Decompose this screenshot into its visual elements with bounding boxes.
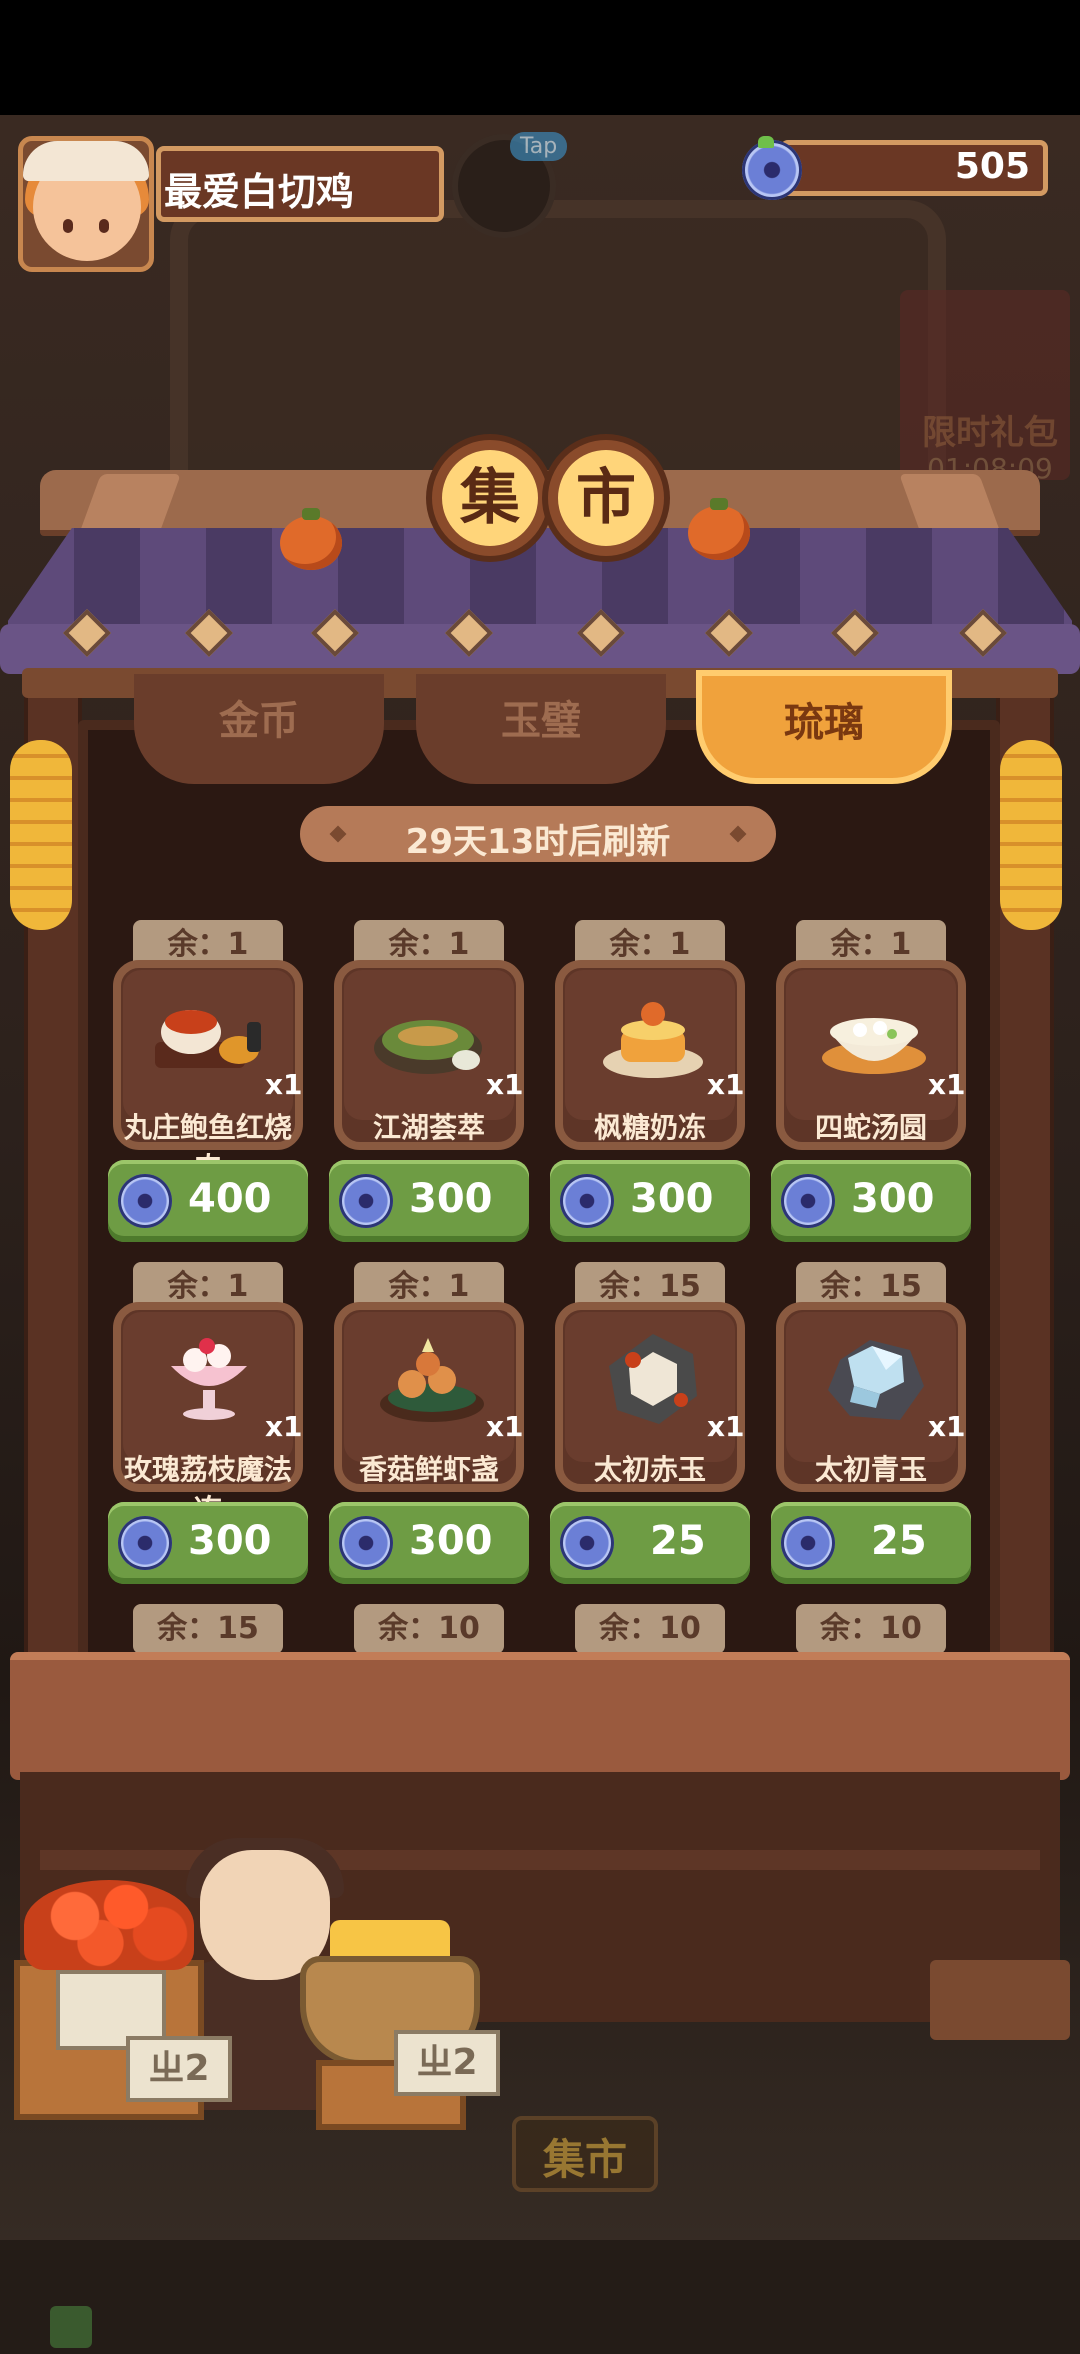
menu-indicator-icon[interactable]: [50, 2306, 92, 2348]
tomatoes-icon: [24, 1880, 194, 1970]
promo-label: 限时礼包: [922, 413, 1058, 453]
roof-rim: [0, 624, 1080, 674]
item-price: 300: [851, 1176, 935, 1222]
glaze-gem-icon: [339, 1516, 393, 1570]
item-card[interactable]: x1 玫瑰荔枝魔法冻: [113, 1302, 303, 1526]
market-title-char-1: 集: [460, 463, 520, 533]
bottom-bar: [0, 2240, 1080, 2354]
persimmon-icon: [280, 508, 342, 570]
glaze-gem-icon: [560, 1174, 614, 1228]
item-card[interactable]: x1 江湖荟萃: [334, 960, 524, 1150]
item-card[interactable]: x1 四蛇汤圆: [776, 960, 966, 1150]
buy-button[interactable]: 25: [550, 1502, 750, 1584]
item-price: 400: [188, 1176, 272, 1222]
glaze-gem-icon: [560, 1516, 614, 1570]
item-quantity: x1: [486, 1068, 524, 1101]
rice-ball-soup-icon: [822, 1018, 926, 1074]
refresh-timer-text: 29天13时后刷新: [405, 822, 671, 862]
item-card[interactable]: x1 枫糖奶冻: [555, 960, 745, 1150]
item-quantity: x1: [707, 1068, 745, 1101]
item-name: 江湖荟萃: [372, 1111, 485, 1144]
item-card[interactable]: x1 丸庄鲍鱼红烧肉: [113, 960, 303, 1184]
item-quantity: x1: [486, 1410, 524, 1443]
corn-decoration-icon: [10, 740, 72, 930]
item-card[interactable]: x1 太初青玉: [776, 1302, 966, 1492]
item-quantity: x1: [707, 1410, 745, 1443]
buy-button[interactable]: 300: [108, 1502, 308, 1584]
item-price: 300: [188, 1518, 272, 1564]
tap-label: Tap: [510, 132, 568, 161]
braised-pork-icon: [155, 1010, 261, 1068]
avatar-eye: [63, 219, 73, 233]
counter-block: [930, 1960, 1070, 2040]
stock-sign: ㄓ2: [394, 2030, 500, 2096]
remaining-stock: 余：15: [133, 1604, 283, 1654]
rose-lychee-jelly-icon: [171, 1338, 247, 1420]
item-card[interactable]: x1 香菇鲜虾盏: [334, 1302, 524, 1492]
red-jade-icon: [609, 1334, 697, 1424]
item-name: 枫糖奶冻: [593, 1111, 706, 1144]
item-name: 太初赤玉: [593, 1453, 706, 1486]
buy-button[interactable]: 25: [771, 1502, 971, 1584]
corn-decoration-icon: [1000, 740, 1062, 930]
glaze-gem-icon: [118, 1516, 172, 1570]
stall-counter-top: [10, 1652, 1070, 1780]
mushroom-shrimp-cup-icon: [380, 1338, 484, 1422]
buy-button[interactable]: 300: [771, 1160, 971, 1242]
item-name: 太初青玉: [814, 1453, 927, 1486]
glaze-gem-icon: [781, 1174, 835, 1228]
tab-glaze[interactable]: 琉璃: [696, 670, 952, 784]
glaze-gem-icon: [742, 136, 802, 200]
glaze-gem-icon: [118, 1174, 172, 1228]
remaining-stock: 余：10: [575, 1604, 725, 1654]
item-price: 25: [871, 1518, 927, 1564]
player-name: 最爱白切鸡: [164, 170, 355, 214]
item-price: 300: [409, 1518, 493, 1564]
currency-value: 505: [954, 146, 1030, 187]
market-title-char-2: 市: [576, 463, 636, 533]
item-name: 香菇鲜虾盏: [358, 1453, 499, 1486]
market-button-label: 集市: [542, 2135, 627, 2184]
item-quantity: x1: [928, 1068, 966, 1101]
remaining-stock: 余：10: [796, 1604, 946, 1654]
buy-button[interactable]: 400: [108, 1160, 308, 1242]
glaze-gem-icon: [339, 1174, 393, 1228]
item-price: 25: [650, 1518, 706, 1564]
tab-jade-bi[interactable]: 玉璧: [416, 674, 666, 784]
item-card[interactable]: x1 太初赤玉: [555, 1302, 745, 1492]
item-quantity: x1: [265, 1068, 303, 1101]
avatar-hat: [23, 141, 149, 181]
jianghu-platter-icon: [374, 1020, 482, 1074]
buy-button[interactable]: 300: [329, 1502, 529, 1584]
item-quantity: x1: [928, 1410, 966, 1443]
buy-button[interactable]: 300: [550, 1160, 750, 1242]
item-price: 300: [630, 1176, 714, 1222]
green-jade-icon: [828, 1340, 924, 1420]
avatar[interactable]: [18, 136, 154, 272]
stock-sign: ㄓ2: [126, 2036, 232, 2102]
buy-button[interactable]: 300: [329, 1160, 529, 1242]
tab-gold-coin[interactable]: 金币: [134, 674, 384, 784]
avatar-eye: [99, 219, 109, 233]
persimmon-icon: [688, 498, 750, 560]
item-name: 四蛇汤圆: [814, 1111, 927, 1144]
item-price: 300: [409, 1176, 493, 1222]
remaining-stock: 余：10: [354, 1604, 504, 1654]
status-bar: [0, 0, 1080, 115]
glaze-gem-icon: [781, 1516, 835, 1570]
item-quantity: x1: [265, 1410, 303, 1443]
maple-pudding-icon: [603, 1002, 703, 1078]
